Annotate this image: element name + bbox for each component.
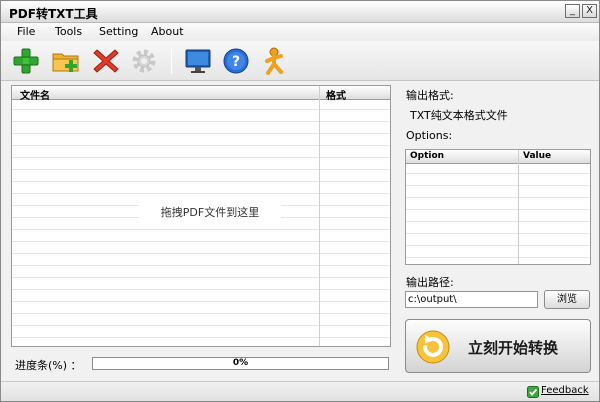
toolbar-separator [171, 48, 172, 74]
progress-label: 进度条(%) ： [15, 359, 82, 372]
output-path-input[interactable] [405, 291, 538, 308]
help-icon[interactable]: ? [221, 46, 251, 76]
column-option[interactable]: Option [410, 151, 444, 161]
menu-file[interactable]: File [17, 25, 35, 38]
menu-bar: File Tools Setting About [1, 23, 599, 41]
menu-tools[interactable]: Tools [55, 25, 82, 38]
progress-value: 0% [232, 358, 249, 368]
convert-button[interactable]: 立刻开始转换 [405, 319, 591, 373]
svg-text:?: ? [232, 54, 240, 70]
window-title: PDF转TXT工具 [9, 7, 98, 21]
app-window: PDF转TXT工具 _ X File Tools Setting About ?… [0, 0, 600, 402]
output-format-value: TXT纯文本格式文件 [410, 109, 508, 122]
add-icon[interactable] [11, 46, 41, 76]
options-table[interactable]: Option Value [405, 149, 591, 265]
toolbar: ? [1, 41, 599, 81]
column-format[interactable]: 格式 [326, 87, 346, 102]
menu-about[interactable]: About [151, 25, 184, 38]
column-value[interactable]: Value [523, 151, 551, 161]
output-format-label: 输出格式: [406, 89, 454, 102]
column-filename[interactable]: 文件名 [20, 87, 50, 102]
feedback-label[interactable]: Feedback [541, 385, 589, 396]
add-folder-icon[interactable] [51, 46, 81, 76]
title-bar: PDF转TXT工具 _ X [1, 1, 599, 23]
column-divider [319, 86, 320, 346]
browse-button[interactable]: 浏览 [544, 290, 590, 309]
run-icon[interactable] [259, 46, 289, 76]
file-list[interactable]: 文件名 格式 拖拽PDF文件到这里 [11, 85, 391, 347]
check-icon [527, 386, 539, 398]
menu-setting[interactable]: Setting [99, 25, 138, 38]
status-bar: Feedback [1, 381, 599, 401]
convert-label: 立刻开始转换 [468, 339, 559, 357]
minimize-button[interactable]: _ [565, 4, 580, 18]
convert-icon [416, 330, 450, 364]
options-table-header: Option Value [406, 150, 590, 164]
output-path-label: 输出路径: [406, 276, 454, 289]
drop-hint: 拖拽PDF文件到这里 [139, 203, 281, 223]
progress-bar: 0% [92, 357, 389, 370]
settings-icon[interactable] [129, 46, 159, 76]
options-label: Options: [406, 129, 453, 142]
options-column-divider [518, 150, 519, 264]
delete-icon[interactable] [91, 46, 121, 76]
monitor-icon[interactable] [183, 46, 213, 76]
file-list-header: 文件名 格式 [12, 86, 390, 102]
close-button[interactable]: X [582, 4, 597, 18]
